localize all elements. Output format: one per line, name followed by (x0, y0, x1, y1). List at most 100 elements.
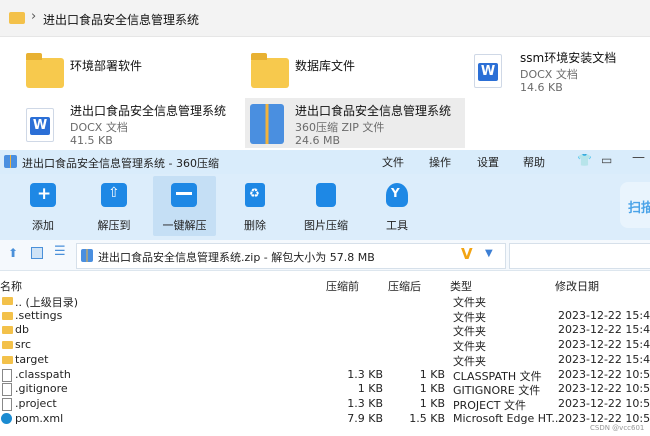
word-doc-icon: W (474, 54, 502, 88)
file-list-header: 名称 压缩前 压缩后 类型 修改日期 (0, 276, 650, 294)
feedback-icon[interactable]: ▭ (601, 153, 612, 167)
extract-to-button[interactable]: ⇧ 解压到 (83, 176, 145, 236)
delete-label: 删除 (244, 219, 266, 232)
cell-type: 文件夹 (453, 325, 486, 339)
image-icon (316, 183, 336, 207)
item-size: 14.6 KB (520, 81, 563, 94)
cell-name: .gitignore (15, 382, 68, 396)
folder-icon (2, 341, 13, 350)
zip-window-titlebar: 进出口食品安全信息管理系统 - 360压缩 文件 操作 设置 帮助 👕 ▭ — (0, 150, 650, 174)
column-date[interactable]: 修改日期 (555, 278, 599, 294)
item-type: 360压缩 ZIP 文件 (295, 121, 385, 134)
watermark: CSDN @vcc601 (590, 424, 645, 432)
cell-before: 1 KB (357, 382, 383, 396)
one-click-extract-label: 一键解压 (162, 219, 207, 232)
cell-type: CLASSPATH 文件 (453, 369, 542, 383)
table-row[interactable]: db 文件夹 2023-12-22 15:42 (0, 323, 650, 338)
skin-icon[interactable]: 👕 (577, 153, 592, 167)
explorer-item-system-doc[interactable]: W 进出口食品安全信息管理系统 DOCX 文档 41.5 KB (20, 98, 238, 148)
archive-path-box[interactable]: 进出口食品安全信息管理系统.zip - 解包大小为 57.8 MB V ▼ (76, 243, 506, 269)
one-click-extract-icon (171, 183, 197, 207)
folder-icon (2, 311, 13, 320)
cell-before: 7.9 KB (347, 411, 383, 425)
cell-name: src (15, 338, 32, 352)
one-click-extract-button[interactable]: 一键解压 (153, 176, 216, 236)
v-icon[interactable]: V (461, 245, 473, 263)
cell-date: 2023-12-22 15:42 (558, 308, 650, 322)
cell-type: Microsoft Edge HT... (453, 411, 562, 425)
cell-after: 1 KB (419, 367, 445, 381)
explorer-item-db[interactable]: 数据库文件 (245, 50, 460, 90)
app-icon (4, 155, 17, 168)
table-row[interactable]: target 文件夹 2023-12-22 15:42 (0, 353, 650, 368)
explorer-item-ssm-doc[interactable]: W ssm环境安装文档 DOCX 文档 14.6 KB (470, 46, 650, 94)
cell-after: 1 KB (419, 396, 445, 410)
folder-icon (2, 297, 13, 305)
table-row[interactable]: src 文件夹 2023-12-22 15:42 (0, 338, 650, 353)
tools-button[interactable]: Y 工具 (366, 176, 428, 236)
item-name: ssm环境安装文档 (520, 51, 617, 65)
folder-icon (2, 326, 13, 335)
search-input[interactable] (509, 243, 650, 269)
item-type: DOCX 文档 (70, 121, 128, 134)
table-row[interactable]: .. (上级目录) 文件夹 (0, 294, 650, 309)
list-view-icon[interactable]: ☰ (54, 244, 66, 259)
cell-name: .settings (15, 308, 63, 322)
cell-date: 2023-12-22 15:42 (558, 338, 650, 352)
cell-type: GITIGNORE 文件 (453, 384, 541, 398)
cell-after: 1.5 KB (409, 411, 445, 425)
minimize-icon[interactable]: — (632, 150, 645, 165)
table-row[interactable]: .settings 文件夹 2023-12-22 15:42 (0, 309, 650, 324)
item-name: 环境部署软件 (70, 59, 143, 73)
scan-button[interactable]: 扫描 (620, 182, 650, 228)
thumbnail-view-icon[interactable] (31, 247, 43, 259)
cell-type: PROJECT 文件 (453, 398, 527, 412)
cell-name: .classpath (15, 367, 71, 381)
column-name[interactable]: 名称 (0, 278, 22, 294)
extract-to-icon: ⇧ (101, 183, 127, 207)
window-title: 进出口食品安全信息管理系统 - 360压缩 (22, 157, 219, 170)
item-name: 数据库文件 (295, 59, 356, 73)
add-icon: + (30, 183, 56, 207)
cell-name: db (15, 323, 29, 337)
column-after[interactable]: 压缩后 (388, 278, 421, 294)
recycle-bin-icon: ♻ (245, 183, 265, 207)
table-row[interactable]: .classpath 1.3 KB 1 KB CLASSPATH 文件 2023-12-… (0, 368, 650, 383)
menu-operate[interactable]: 操作 (429, 154, 451, 170)
breadcrumb[interactable]: 进出口食品安全信息管理系统 (43, 11, 199, 28)
menu-help[interactable]: 帮助 (523, 154, 545, 170)
up-arrow-icon[interactable]: ⬆ (8, 246, 18, 260)
cell-type: 文件夹 (453, 340, 486, 354)
table-row[interactable]: .project 1.3 KB 1 KB PROJECT 文件 2023-12-22 1… (0, 397, 650, 412)
cell-name: target (15, 352, 49, 366)
delete-button[interactable]: ♻ 删除 (224, 176, 286, 236)
menu-file[interactable]: 文件 (382, 154, 404, 170)
item-size: 41.5 KB (70, 134, 113, 147)
archive-path: 进出口食品安全信息管理系统.zip - 解包大小为 57.8 MB (98, 251, 375, 264)
cell-date: 2023-12-22 10:57 (558, 396, 650, 410)
image-compress-button[interactable]: 图片压缩 (295, 176, 357, 236)
address-bar[interactable]: › 进出口食品安全信息管理系统 (0, 0, 650, 37)
table-row[interactable]: .gitignore 1 KB 1 KB GITIGNORE 文件 2023-12-22… (0, 382, 650, 397)
folder-icon (9, 12, 25, 24)
explorer-item-system-zip[interactable]: 进出口食品安全信息管理系统 360压缩 ZIP 文件 24.6 MB (245, 98, 465, 148)
table-row[interactable]: pom.xml 7.9 KB 1.5 KB Microsoft Edge HT... 2… (0, 412, 650, 427)
cell-date: 2023-12-22 10:57 (558, 367, 650, 381)
folder-icon (251, 53, 289, 88)
item-size: 24.6 MB (295, 134, 341, 147)
item-name: 进出口食品安全信息管理系统 (70, 104, 227, 118)
dropdown-arrow-icon[interactable]: ▼ (485, 248, 493, 259)
cell-type: 文件夹 (453, 354, 486, 368)
explorer-item-env[interactable]: 环境部署软件 (20, 50, 235, 90)
column-type[interactable]: 类型 (450, 278, 472, 294)
add-label: 添加 (32, 219, 54, 232)
add-button[interactable]: + 添加 (12, 176, 74, 236)
extract-to-label: 解压到 (97, 219, 131, 232)
scan-label: 扫描 (628, 201, 650, 216)
cell-before: 1.3 KB (347, 367, 383, 381)
zip-archive-icon (250, 104, 284, 144)
menu-settings[interactable]: 设置 (477, 154, 499, 170)
column-before[interactable]: 压缩前 (326, 278, 359, 294)
file-icon (2, 397, 12, 411)
zip-file-icon (81, 249, 93, 262)
